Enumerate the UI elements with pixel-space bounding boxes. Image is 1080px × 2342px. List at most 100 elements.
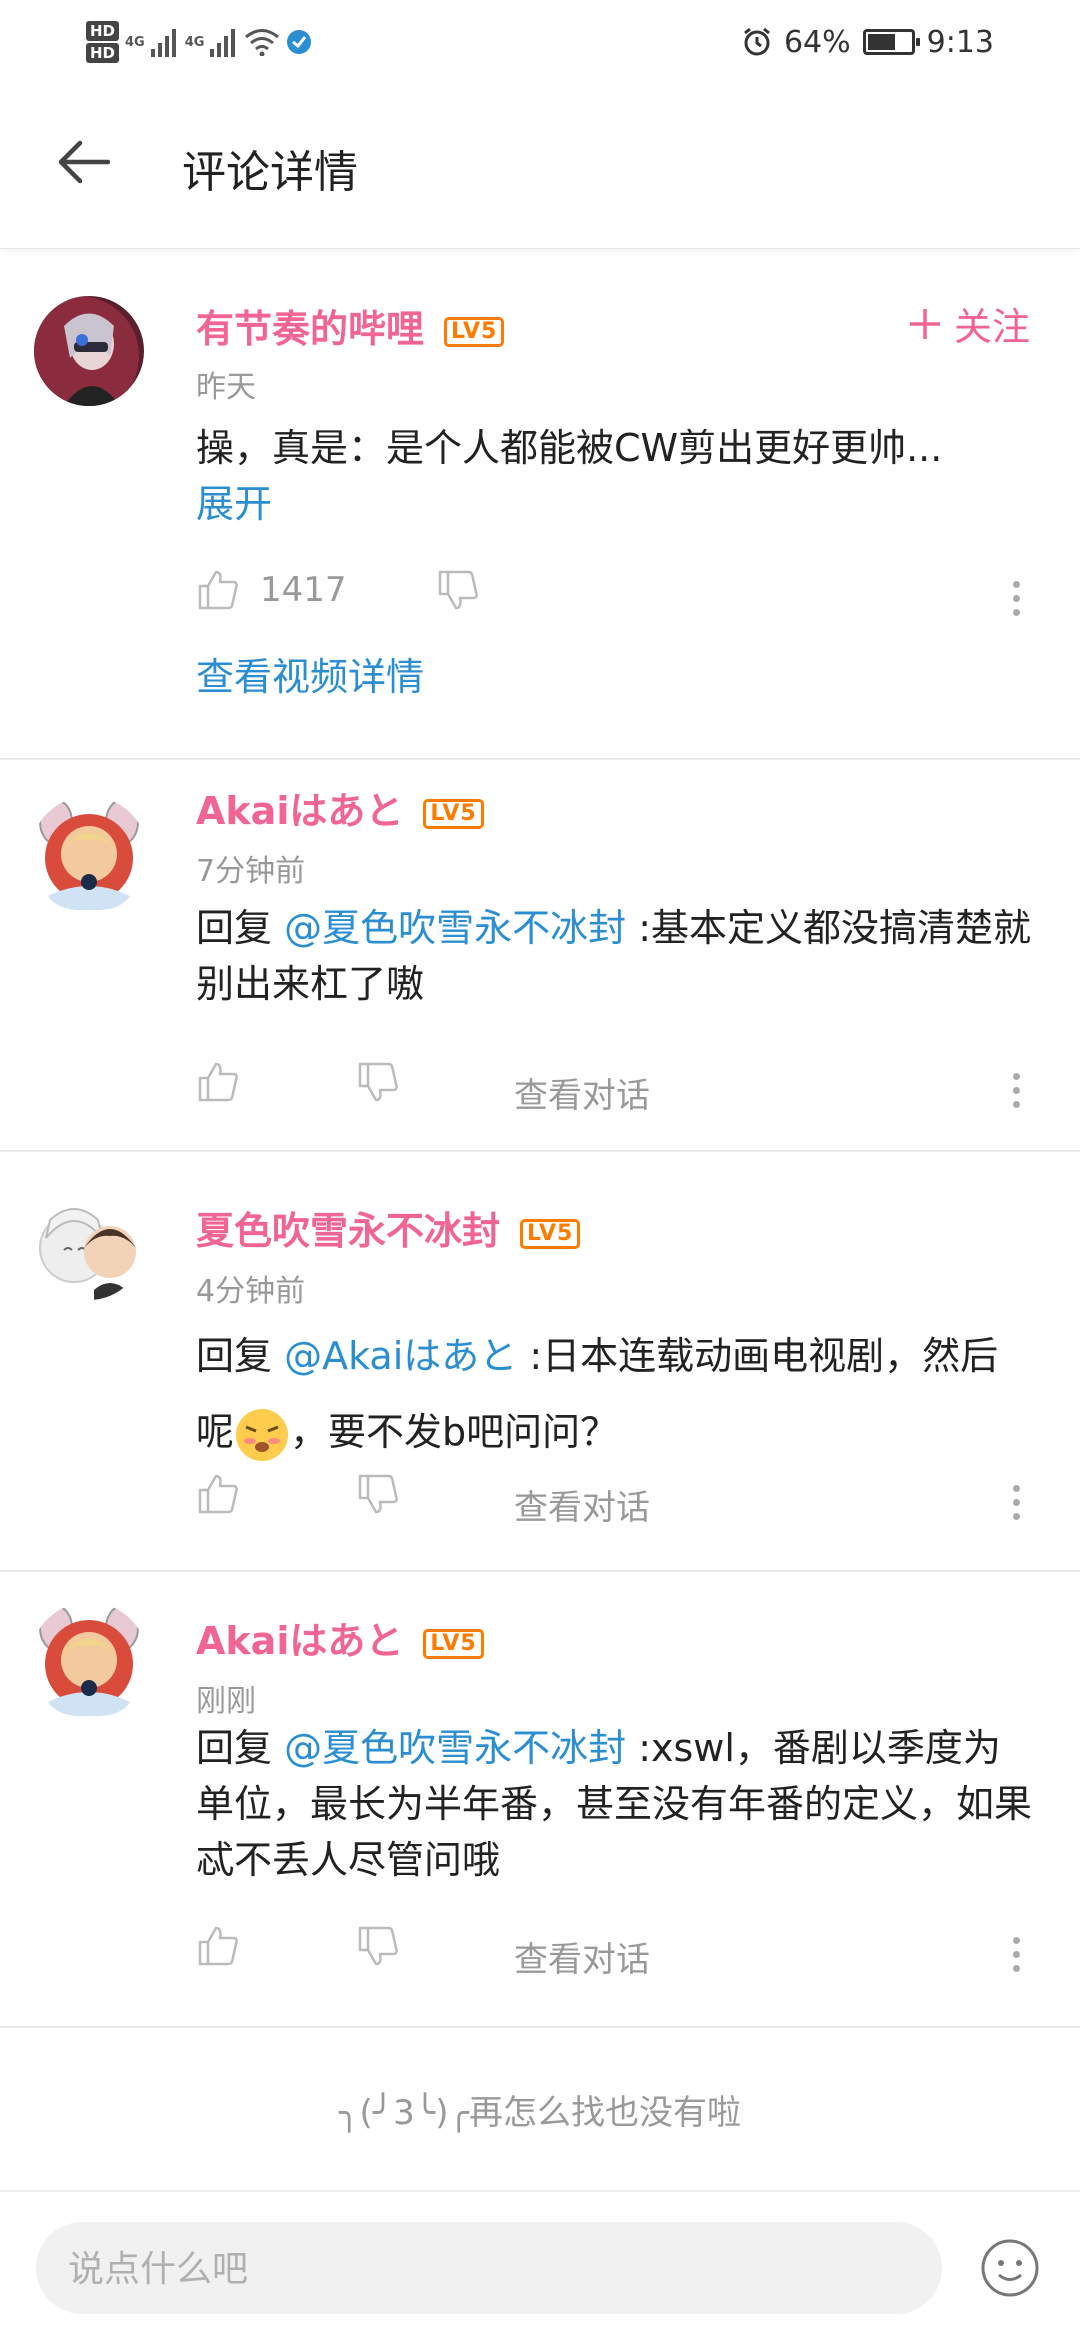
app-notification-icon: [287, 30, 312, 54]
view-conversation-link[interactable]: 查看对话: [514, 1480, 650, 1529]
dislike-button[interactable]: [356, 1472, 400, 1520]
battery-icon: [862, 29, 920, 55]
hd-badge-1: HD: [86, 21, 120, 41]
signal-icon: [150, 29, 176, 57]
more-options-button[interactable]: [996, 1062, 1036, 1118]
emoji-icon: [981, 2239, 1039, 2297]
network-type-2: 4G: [184, 34, 205, 50]
username[interactable]: Akaiはあと LV5: [196, 1610, 484, 1665]
hd-badge-2: HD: [86, 43, 120, 63]
wifi-icon: [245, 29, 280, 56]
mention-link[interactable]: @夏色吹雪永不冰封: [284, 1726, 626, 1770]
thumbs-down-icon: [358, 1474, 398, 1514]
arrow-left-icon: [58, 140, 110, 184]
avatar-image: [30, 796, 148, 914]
battery-level-fill: [867, 34, 895, 50]
comment-time: 刚刚: [196, 1684, 256, 1719]
signal-icon: [210, 29, 236, 57]
battery-percent: 64%: [783, 24, 851, 60]
comment-time: 昨天: [196, 370, 256, 405]
comment-actions: 查看对话: [196, 1924, 1036, 1984]
level-badge: LV5: [444, 316, 505, 347]
like-button[interactable]: [196, 1060, 240, 1104]
expand-link[interactable]: 展开: [196, 482, 272, 526]
reply-prefix: 回复: [196, 906, 285, 950]
view-conversation-link[interactable]: 查看对话: [514, 1068, 650, 1117]
back-button[interactable]: [50, 128, 118, 196]
more-dot: [1012, 1936, 1020, 1944]
view-video-link[interactable]: 查看视频详情: [196, 646, 424, 701]
end-of-list-message: ╮(╯3╰)╭再怎么找也没有啦: [338, 2093, 742, 2133]
alarm-icon: [744, 27, 770, 56]
level-badge: LV5: [423, 1628, 484, 1659]
comment-text: 回复 @Akaiはあと :日本连载动画电视剧，然后呢 ，要不发b吧问问？: [196, 1318, 1036, 1470]
more-options-button[interactable]: [996, 1474, 1036, 1530]
more-dot: [1012, 1484, 1020, 1492]
clock: 9:13: [926, 24, 994, 60]
comment-item: 有节奏的哔哩 LV5 关注 昨天 操，真是：是个人都能被CW剪出更好更帅... 展…: [0, 250, 1080, 760]
avatar[interactable]: [30, 796, 148, 914]
username-text: 夏色吹雪永不冰封: [196, 1209, 501, 1253]
comment-text: 回复 @夏色吹雪永不冰封 :基本定义都没搞清楚就别出来杠了嗷: [196, 900, 1036, 1012]
status-left: HD HD 4G 4G: [86, 14, 312, 70]
avatar[interactable]: [34, 296, 144, 406]
more-dot: [1012, 1100, 1020, 1108]
view-conversation-link[interactable]: 查看对话: [514, 1932, 650, 1981]
comment-actions: 查看对话: [196, 1472, 1036, 1532]
follow-label: 关注: [953, 305, 1030, 349]
like-count: 1417: [260, 570, 347, 610]
level-badge: LV5: [520, 1218, 581, 1249]
comment-input-bar: [0, 2190, 1080, 2342]
mention-link[interactable]: @Akaiはあと: [284, 1334, 517, 1378]
more-dot: [1012, 1964, 1020, 1972]
thumbs-down-icon: [358, 1926, 398, 1966]
thumbs-up-icon: [198, 570, 238, 610]
comment-item: Akaiはあと LV5 7分钟前 回复 @夏色吹雪永不冰封 :基本定义都没搞清楚就…: [0, 760, 1080, 1152]
blushing-emoji-icon: [236, 1408, 289, 1461]
dislike-button[interactable]: [356, 1060, 400, 1108]
dislike-button[interactable]: [436, 568, 480, 616]
like-button[interactable]: [196, 1472, 240, 1516]
username-text: Akaiはあと: [196, 789, 404, 833]
like-button[interactable]: 1417: [196, 568, 347, 612]
comment-input[interactable]: [66, 2222, 890, 2316]
more-options-button[interactable]: [996, 570, 1036, 626]
comment-actions: 查看对话: [196, 1060, 1036, 1120]
more-dot: [1012, 594, 1020, 602]
comment-item: Akaiはあと LV5 刚刚 回复 @夏色吹雪永不冰封 :xswl，番剧以季度为单…: [0, 1572, 1080, 2028]
network-type-1: 4G: [125, 34, 145, 50]
level-badge: LV5: [423, 798, 484, 829]
username-text: 有节奏的哔哩: [196, 307, 425, 351]
status-right: 64% 9:13: [742, 14, 994, 70]
thumbs-up-icon: [198, 1926, 238, 1966]
plus-icon: [909, 308, 940, 339]
more-dot: [1012, 1950, 1020, 1958]
follow-button[interactable]: 关注: [908, 296, 1030, 351]
comment-time: 7分钟前: [196, 854, 306, 889]
comment-actions: 1417: [196, 568, 1036, 628]
username[interactable]: Akaiはあと LV5: [196, 780, 484, 835]
like-button[interactable]: [196, 1924, 240, 1968]
comment-body-continued: ，要不发b吧问问？: [290, 1410, 619, 1454]
avatar[interactable]: [30, 1602, 148, 1720]
reply-prefix: 回复: [196, 1334, 285, 1378]
mention-link[interactable]: @夏色吹雪永不冰封: [284, 906, 626, 950]
more-dot: [1012, 1512, 1020, 1520]
comment-body: 操，真是：是个人都能被CW剪出更好更帅...: [196, 426, 943, 470]
app-bar: 评论详情: [0, 84, 1080, 249]
thumbs-up-icon: [198, 1062, 238, 1102]
more-options-button[interactable]: [996, 1926, 1036, 1982]
more-dot: [1012, 1498, 1020, 1506]
comment-time: 4分钟前: [196, 1274, 306, 1309]
more-dot: [1012, 1072, 1020, 1080]
page-title: 评论详情: [182, 147, 358, 198]
emoji-button[interactable]: [980, 2238, 1040, 2298]
avatar[interactable]: [34, 1190, 144, 1300]
comment-text: 操，真是：是个人都能被CW剪出更好更帅... 展开: [196, 420, 1036, 532]
username[interactable]: 有节奏的哔哩 LV5: [196, 298, 505, 353]
comment-text: 回复 @夏色吹雪永不冰封 :xswl，番剧以季度为单位，最长为半年番，甚至没有年…: [196, 1720, 1036, 1888]
more-dot: [1012, 580, 1020, 588]
dislike-button[interactable]: [356, 1924, 400, 1972]
username[interactable]: 夏色吹雪永不冰封 LV5: [196, 1200, 581, 1255]
comment-input-container[interactable]: [36, 2222, 942, 2316]
